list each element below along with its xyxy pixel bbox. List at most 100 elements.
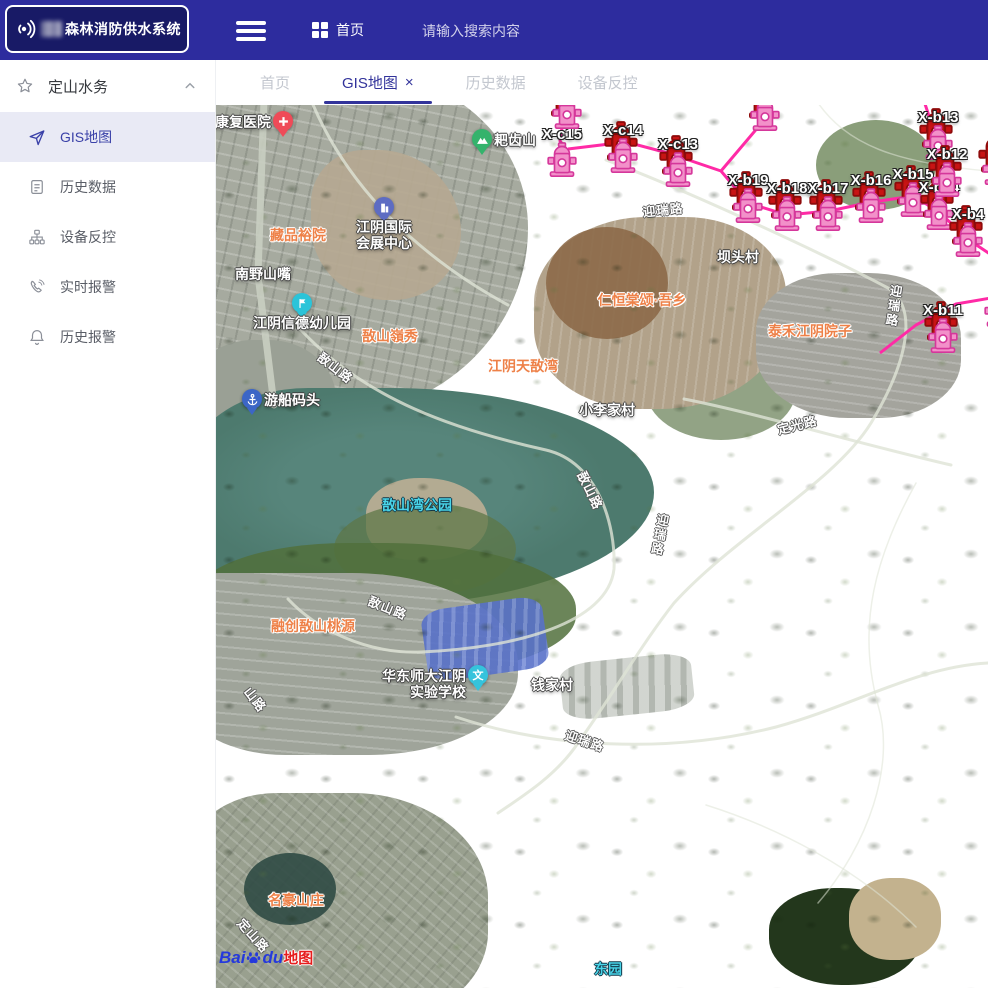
poi-label: 江阴国际会展中心 (356, 219, 412, 251)
sidebar-item-realtime-alarm[interactable]: 实时报警 (0, 262, 215, 312)
hydrant-pink-icon (932, 162, 962, 203)
water-label: 敔山湾公园 (382, 495, 452, 515)
poi-label: 江阴信德幼儿园 (253, 315, 351, 331)
search-input[interactable] (420, 15, 684, 47)
bell-icon (28, 328, 46, 346)
clearing-southeast (849, 878, 941, 960)
area-label: 敔山嶺秀 (362, 326, 418, 346)
area-label: 仁恒棠颂·吾乡 (598, 290, 687, 310)
tab-label: 设备反控 (578, 72, 638, 93)
tab-history-data[interactable]: 历史数据 (440, 60, 552, 105)
mountain-pin-icon (472, 129, 492, 149)
school-buildings (558, 651, 695, 721)
menu-toggle-icon[interactable] (236, 17, 266, 43)
tabs: 首页 GIS地图 × 历史数据 设备反控 (234, 60, 664, 105)
tab-label: GIS地图 (342, 72, 398, 93)
apps-grid-icon (312, 22, 328, 38)
app-header: 森林消防供水系统 首页 (0, 0, 988, 60)
area-label: 江阴天敔湾 (488, 356, 558, 376)
hydrant-pink-icon (750, 105, 780, 137)
search-field[interactable] (420, 15, 680, 45)
baidu-text-bai: Bai (219, 948, 245, 968)
hydrant-pink-icon (663, 152, 693, 193)
hospital-pin-icon (273, 111, 293, 131)
sidebar-item-history-data[interactable]: 历史数据 (0, 162, 215, 212)
hydrant-pink-icon (733, 188, 763, 229)
baidu-text-map: 地图 (283, 947, 313, 968)
sidebar-item-device-control[interactable]: 设备反控 (0, 212, 215, 262)
construction-soil (546, 227, 668, 339)
area-label: 藏品裕院 (270, 225, 326, 245)
hydrant-pink-icon (772, 196, 802, 237)
sidebar: 定山水务 GIS地图历史数据设备反控实时报警历史报警 (0, 60, 216, 988)
hydrant-pink-icon (953, 222, 983, 263)
sidebar-item-label: 设备反控 (60, 227, 116, 247)
phone-icon (28, 278, 46, 296)
baidu-logo: Bai du 地图 (219, 947, 313, 968)
doc-icon (28, 178, 46, 196)
hydrant-pink-icon (856, 188, 886, 229)
school-pin-icon: 文 (468, 665, 488, 685)
nav-home[interactable]: 首页 (302, 0, 374, 60)
chevron-up-icon[interactable] (181, 77, 199, 95)
road-label: 迎瑞路 (563, 725, 607, 756)
logo-radar-icon (13, 17, 37, 41)
area-label: 融创敔山桃源 (271, 616, 355, 636)
tab-home[interactable]: 首页 (234, 60, 316, 105)
baidu-paw-icon (246, 950, 261, 970)
area-label: 名豪山庄 (268, 890, 324, 910)
poi-label: 游船码头 (264, 392, 320, 408)
tab-device-control[interactable]: 设备反控 (552, 60, 664, 105)
send-icon (28, 128, 46, 146)
poi-label: 华东师大江阴实验学校 (382, 668, 466, 700)
hydrant-pink-icon (552, 105, 582, 135)
hydrant-pink-icon (547, 142, 577, 183)
hydrant-pink-icon (984, 292, 988, 333)
hydrant-label: X-b19 (728, 172, 769, 189)
sitemap-icon (28, 228, 46, 246)
sidebar-item-label: 历史报警 (60, 327, 116, 347)
expo-center-pin-icon (374, 197, 394, 217)
tab-label: 历史数据 (466, 72, 526, 93)
sidebar-item-gis-map[interactable]: GIS地图 (0, 112, 215, 162)
hydrant-label: X-b4 (952, 206, 985, 223)
app-title: 森林消防供水系统 (65, 19, 181, 39)
place-label: 坝头村 (717, 247, 759, 267)
poi-label: 耙齿山 (494, 132, 536, 148)
sidebar-item-label: GIS地图 (60, 127, 112, 147)
place-label: 南野山嘴 (235, 264, 291, 284)
poi-label: 林康复医院 (216, 114, 271, 130)
hydrant-label: X-b11 (923, 302, 963, 319)
map-canvas[interactable]: 藏品裕院敔山嶺秀 仁恒棠颂·吾乡泰禾江阴院子江阴天敔湾融创敔山桃源名豪山庄 南野山嘴… (216, 105, 988, 988)
hydrant-pink-icon (928, 318, 958, 359)
place-label: 钱家村 (531, 675, 573, 695)
baidu-text-du: du (262, 948, 283, 968)
sidebar-item-label: 实时报警 (60, 277, 116, 297)
sidebar-menu: GIS地图历史数据设备反控实时报警历史报警 (0, 112, 215, 362)
tab-bar: 首页 GIS地图 × 历史数据 设备反控 (216, 60, 988, 105)
kindergarten-pin-icon (292, 293, 312, 313)
tab-close-icon[interactable]: × (405, 75, 414, 90)
area-label: 泰禾江阴院子 (768, 321, 852, 341)
water-label: 东园 (594, 959, 622, 979)
sidebar-group-dingshan[interactable]: 定山水务 (0, 60, 215, 112)
star-icon (16, 77, 34, 95)
hydrant-label: X-c14 (603, 122, 643, 139)
hydrant-label: X-b13 (918, 109, 959, 126)
hydrant-label: X-b17 (808, 180, 849, 197)
road-label: 迎瑞路 (646, 512, 672, 558)
tab-gis-map[interactable]: GIS地图 × (316, 60, 440, 105)
hydrant-label: X-b18 (767, 180, 808, 197)
hydrant-pink-icon (813, 196, 843, 237)
hydrant-pink-icon (982, 150, 988, 191)
app-root: 森林消防供水系统 首页 定山水务 GIS地图历史数据设备反控实时报警历史报警 (0, 0, 988, 988)
app-logo: 森林消防供水系统 (5, 5, 189, 53)
hydrant-pink-icon (608, 138, 638, 179)
tab-label: 首页 (260, 72, 290, 93)
sidebar-group-label: 定山水务 (48, 76, 108, 97)
hydrant-label: X-b12 (927, 146, 968, 163)
sidebar-item-history-alarm[interactable]: 历史报警 (0, 312, 215, 362)
place-label: 小李家村 (579, 400, 635, 420)
hydrant-label: X-c13 (658, 136, 698, 153)
sidebar-item-label: 历史数据 (60, 177, 116, 197)
